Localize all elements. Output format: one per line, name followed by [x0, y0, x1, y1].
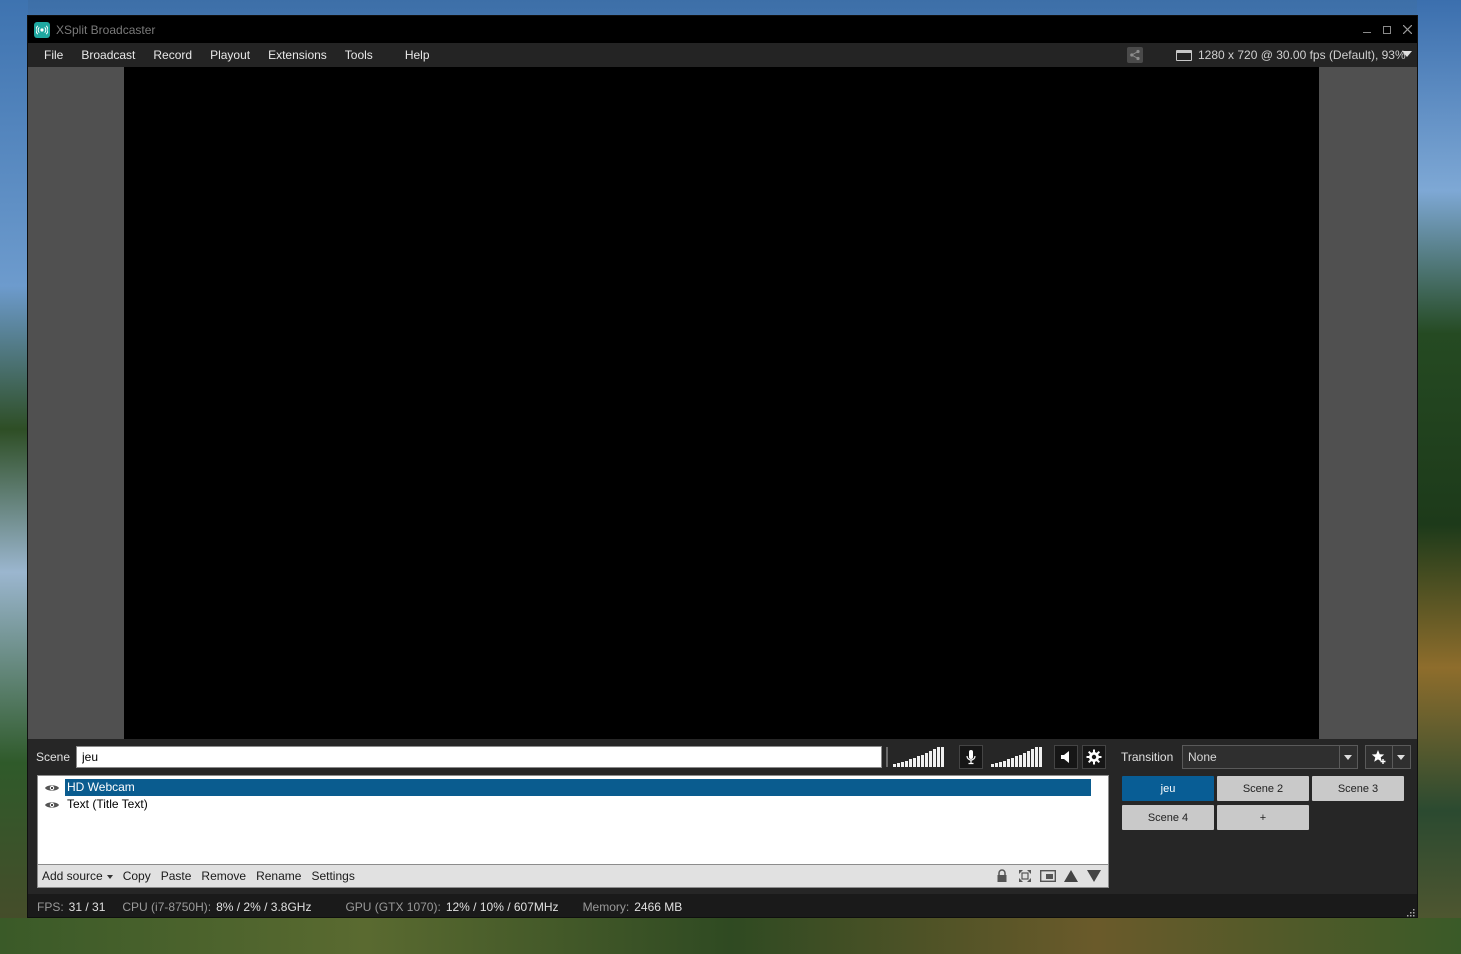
source-name: HD Webcam	[65, 779, 1091, 796]
speaker-icon	[1061, 751, 1069, 763]
source-item[interactable]: HD Webcam	[41, 779, 1091, 796]
arrow-up-icon[interactable]	[1063, 868, 1079, 884]
transition-select[interactable]: None	[1182, 745, 1358, 769]
eye-icon[interactable]	[44, 800, 60, 810]
remove-button[interactable]: Remove	[196, 869, 251, 883]
mic-icon	[966, 750, 976, 765]
resolution-text: 1280 x 720 @ 30.00 fps (Default), 93%	[1198, 48, 1406, 62]
settings-button[interactable]: Settings	[306, 869, 359, 883]
resolution-selector[interactable]: 1280 x 720 @ 30.00 fps (Default), 93%	[1176, 43, 1406, 67]
close-button[interactable]	[1397, 16, 1417, 43]
eye-icon[interactable]	[44, 783, 60, 793]
memory-label: Memory:	[582, 899, 630, 914]
menu-tools[interactable]: Tools	[336, 43, 382, 67]
resize-grip-icon[interactable]	[1405, 907, 1415, 917]
divider	[886, 747, 888, 767]
scene-button-3[interactable]: Scene 3	[1312, 776, 1404, 801]
scene-button-jeu[interactable]: jeu	[1122, 776, 1214, 801]
gear-icon	[1086, 749, 1102, 765]
status-bar: FPS: 31 / 31 CPU (i7-8750H): 8% / 2% / 3.8…	[28, 894, 1417, 917]
window-title: XSplit Broadcaster	[56, 22, 156, 37]
copy-button[interactable]: Copy	[118, 869, 156, 883]
arrow-down-icon[interactable]	[1086, 868, 1102, 884]
transition-add-button[interactable]	[1365, 745, 1411, 769]
fps-label: FPS:	[37, 899, 64, 914]
fps-stat: FPS: 31 / 31	[37, 900, 105, 914]
desktop-background-right	[1417, 0, 1461, 954]
app-icon	[34, 21, 50, 38]
add-scene-button[interactable]: +	[1217, 805, 1309, 830]
gpu-label: GPU (GTX 1070):	[345, 899, 441, 914]
title-bar: XSplit Broadcaster	[28, 16, 1417, 43]
transition-label: Transition	[1121, 750, 1174, 764]
chevron-down-icon	[106, 874, 113, 879]
bottom-panel: Scene HD Webcam	[28, 739, 1417, 894]
chevron-down-icon[interactable]	[1393, 746, 1410, 768]
memory-stat: Memory: 2466 MB	[583, 900, 683, 914]
menu-bar: File Broadcast Record Playout Extensions…	[28, 43, 1417, 67]
sources-list[interactable]: HD Webcam Text (Title Text)	[37, 775, 1109, 865]
menu-extensions[interactable]: Extensions	[259, 43, 336, 67]
speaker-button[interactable]	[1054, 745, 1078, 769]
cpu-label: CPU (i7-8750H):	[122, 899, 212, 914]
monitor-icon	[1176, 49, 1192, 61]
preview-stage[interactable]	[124, 67, 1319, 739]
menu-playout[interactable]: Playout	[201, 43, 259, 67]
source-toolbar: Add source Copy Paste Remove Rename Sett…	[37, 865, 1109, 888]
share-icon[interactable]	[1127, 47, 1143, 63]
minimize-icon	[1363, 31, 1371, 33]
close-icon	[1402, 25, 1412, 34]
mic-button[interactable]	[959, 745, 983, 769]
desktop-background-left	[0, 0, 28, 954]
app-window: XSplit Broadcaster File Broadcast Record…	[27, 15, 1418, 918]
window-controls	[1357, 16, 1417, 43]
audio-settings-button[interactable]	[1082, 745, 1106, 769]
source-item[interactable]: Text (Title Text)	[41, 796, 1091, 813]
fit-icon[interactable]	[1017, 868, 1033, 884]
resolution-dropdown-icon[interactable]	[1402, 51, 1412, 57]
speaker-volume-meter[interactable]	[991, 747, 1042, 767]
star-add-icon[interactable]	[1366, 746, 1393, 768]
scene-name-input[interactable]	[76, 746, 882, 768]
paste-button[interactable]: Paste	[156, 869, 197, 883]
add-source-label: Add source	[42, 869, 103, 883]
frame-icon[interactable]	[1040, 868, 1056, 884]
scene-button-2[interactable]: Scene 2	[1217, 776, 1309, 801]
minimize-button[interactable]	[1357, 16, 1377, 43]
preview-area	[28, 67, 1417, 739]
gpu-stat: GPU (GTX 1070): 12% / 10% / 607MHz	[345, 900, 558, 914]
memory-value: 2466 MB	[634, 899, 683, 914]
gpu-value: 12% / 10% / 607MHz	[445, 899, 559, 914]
mic-volume-meter[interactable]	[893, 747, 944, 767]
lock-icon[interactable]	[994, 868, 1010, 884]
source-name: Text (Title Text)	[67, 797, 148, 811]
menu-broadcast[interactable]: Broadcast	[72, 43, 144, 67]
scene-button-4[interactable]: Scene 4	[1122, 805, 1214, 830]
maximize-icon	[1383, 25, 1391, 34]
chevron-down-icon[interactable]	[1339, 746, 1356, 768]
menu-file[interactable]: File	[35, 43, 72, 67]
menu-help[interactable]: Help	[396, 43, 439, 67]
cpu-value: 8% / 2% / 3.8GHz	[216, 899, 312, 914]
add-source-button[interactable]: Add source	[38, 869, 118, 883]
rename-button[interactable]: Rename	[251, 869, 306, 883]
maximize-button[interactable]	[1377, 16, 1397, 43]
source-tool-icons	[994, 868, 1102, 884]
fps-value: 31 / 31	[68, 899, 106, 914]
scene-label: Scene	[36, 750, 71, 764]
desktop-background-bottom	[0, 918, 1461, 954]
cpu-stat: CPU (i7-8750H): 8% / 2% / 3.8GHz	[122, 900, 311, 914]
menu-record[interactable]: Record	[144, 43, 201, 67]
